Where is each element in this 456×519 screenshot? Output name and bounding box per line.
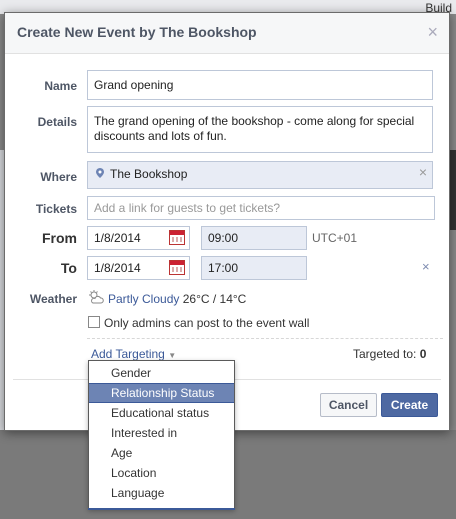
close-icon[interactable]: × xyxy=(427,23,438,41)
where-input[interactable]: The Bookshop × xyxy=(87,161,433,189)
name-input[interactable]: Grand opening xyxy=(87,70,433,100)
partly-cloudy-icon xyxy=(89,290,104,304)
admins-only-label: Only admins can post to the event wall xyxy=(104,316,310,330)
map-pin-icon xyxy=(96,168,104,178)
dotted-divider xyxy=(87,338,443,339)
targeting-dropdown: Gender Relationship Status Educational s… xyxy=(88,360,235,510)
add-targeting-label: Add Targeting xyxy=(91,347,165,361)
targeting-options: Gender Relationship Status Educational s… xyxy=(89,363,234,503)
from-date-value: 1/8/2014 xyxy=(94,231,141,245)
targeting-option-interested-in[interactable]: Interested in xyxy=(89,423,234,443)
name-label: Name xyxy=(44,79,77,93)
dialog-title: Create New Event by The Bookshop xyxy=(17,24,257,40)
where-value: The Bookshop xyxy=(110,167,188,181)
targeted-to: Targeted to: 0 xyxy=(353,347,426,361)
weather-condition-link[interactable]: Partly Cloudy xyxy=(108,292,179,306)
calendar-icon[interactable] xyxy=(169,230,185,245)
targeted-count: 0 xyxy=(419,347,427,361)
weather-temps: 26°C / 14°C xyxy=(182,292,247,306)
to-date-input[interactable]: 1/8/2014 xyxy=(87,256,190,280)
clear-where-icon[interactable]: × xyxy=(419,165,427,180)
details-textarea[interactable]: The grand opening of the bookshop - come… xyxy=(87,106,433,153)
dialog-header: Create New Event by The Bookshop × xyxy=(5,13,449,54)
remove-end-time-icon[interactable]: × xyxy=(422,259,430,274)
to-label: To xyxy=(60,260,77,276)
targeting-option-gender[interactable]: Gender xyxy=(89,363,234,383)
targeting-option-language[interactable]: Language xyxy=(89,483,234,503)
admins-only-checkbox[interactable] xyxy=(88,316,100,328)
add-targeting-link[interactable]: Add Targeting ▼ xyxy=(91,347,176,361)
dropdown-bottom-bar xyxy=(88,508,235,510)
targeted-to-label: Targeted to: xyxy=(353,347,417,361)
weather-label: Weather xyxy=(29,292,77,306)
from-label: From xyxy=(42,230,77,246)
targeting-option-age[interactable]: Age xyxy=(89,443,234,463)
timezone-label: UTC+01 xyxy=(312,231,358,245)
cancel-button[interactable]: Cancel xyxy=(320,393,377,417)
weather-summary: Partly Cloudy 26°C / 14°C xyxy=(108,292,246,306)
where-label: Where xyxy=(40,170,77,184)
tickets-input[interactable]: Add a link for guests to get tickets? xyxy=(87,196,435,220)
targeting-option-educational-status[interactable]: Educational status xyxy=(89,403,234,423)
create-button[interactable]: Create xyxy=(381,393,438,417)
details-label: Details xyxy=(37,115,77,129)
targeting-option-relationship-status[interactable]: Relationship Status xyxy=(89,383,234,403)
from-date-input[interactable]: 1/8/2014 xyxy=(87,226,190,250)
to-time-input[interactable]: 17:00 xyxy=(201,256,307,280)
calendar-icon[interactable] xyxy=(169,260,185,275)
chevron-down-icon: ▼ xyxy=(168,351,177,360)
to-date-value: 1/8/2014 xyxy=(94,261,141,275)
from-time-input[interactable]: 09:00 xyxy=(201,226,307,250)
targeting-option-location[interactable]: Location xyxy=(89,463,234,483)
tickets-label: Tickets xyxy=(35,202,77,216)
